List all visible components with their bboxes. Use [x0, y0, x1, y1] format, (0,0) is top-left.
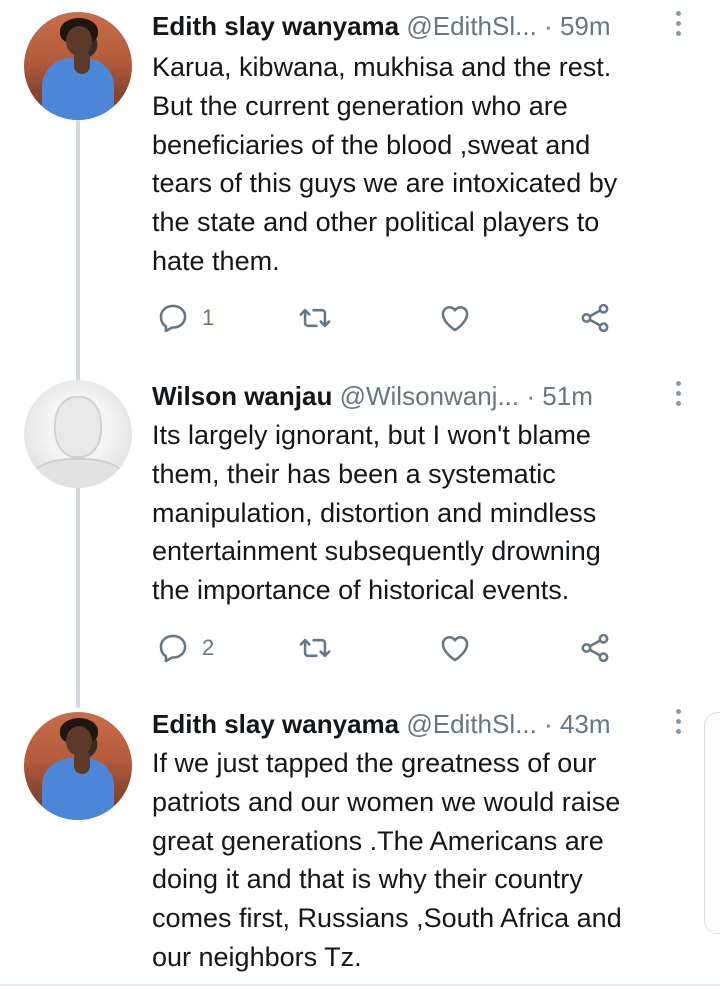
author-handle[interactable]: @EdithSl...: [406, 11, 536, 41]
timestamp[interactable]: 59m: [560, 11, 611, 41]
tweet-header: Edith slay wanyama @EdithSl... · 59m: [152, 4, 611, 48]
reply-button[interactable]: 2: [156, 628, 214, 668]
timestamp[interactable]: 51m: [542, 381, 593, 411]
separator-dot: ·: [544, 709, 553, 739]
tweet[interactable]: Edith slay wanyama @EdithSl... · 59m Kar…: [0, 0, 720, 350]
reply-icon: [159, 634, 187, 663]
separator-dot: ·: [544, 11, 553, 41]
tweet-text: If we just tapped the greatness of our p…: [152, 748, 622, 972]
tweet[interactable]: Edith slay wanyama @EdithSl... · 43m If …: [0, 702, 720, 986]
retweet-button[interactable]: [298, 298, 332, 338]
share-button[interactable]: [578, 628, 612, 668]
more-vertical-icon[interactable]: [668, 706, 688, 736]
author-name[interactable]: Edith slay wanyama: [152, 11, 399, 41]
reply-button[interactable]: 1: [156, 298, 214, 338]
share-icon: [581, 303, 609, 333]
retweet-button[interactable]: [298, 628, 332, 668]
author-handle[interactable]: @EdithSl...: [406, 709, 536, 739]
reply-icon: [159, 304, 187, 333]
like-button[interactable]: [438, 628, 472, 668]
author-handle[interactable]: @Wilsonwanj...: [340, 381, 520, 411]
more-vertical-icon[interactable]: [668, 378, 688, 408]
author-name[interactable]: Edith slay wanyama: [152, 709, 399, 739]
tweet[interactable]: Wilson wanjau @Wilsonwanj... · 51m Its l…: [0, 372, 720, 692]
avatar[interactable]: [24, 12, 132, 120]
like-button[interactable]: [438, 298, 472, 338]
tweet-actions: 2: [152, 628, 652, 668]
tweet-text: Karua, kibwana, mukhisa and the rest. Bu…: [152, 52, 618, 276]
tweet-header: Wilson wanjau @Wilsonwanj... · 51m: [152, 374, 593, 418]
separator-dot: ·: [526, 381, 536, 411]
avatar[interactable]: [24, 712, 132, 820]
reply-count: 2: [202, 635, 215, 660]
tweet-header: Edith slay wanyama @EdithSl... · 43m: [152, 702, 611, 746]
tweet-text: Its largely ignorant, but I won't blame …: [152, 420, 601, 606]
tweet-actions: 1: [152, 298, 652, 338]
heart-icon: [441, 636, 469, 662]
reply-count: 1: [202, 305, 215, 330]
author-name[interactable]: Wilson wanjau: [152, 381, 332, 411]
scroll-indicator[interactable]: [704, 712, 720, 934]
retweet-icon: [299, 638, 331, 658]
retweet-icon: [299, 308, 331, 328]
avatar[interactable]: [24, 380, 132, 488]
share-button[interactable]: [578, 298, 612, 338]
heart-icon: [441, 306, 469, 332]
share-icon: [581, 633, 609, 663]
timestamp[interactable]: 43m: [560, 709, 611, 739]
more-vertical-icon[interactable]: [668, 8, 688, 38]
